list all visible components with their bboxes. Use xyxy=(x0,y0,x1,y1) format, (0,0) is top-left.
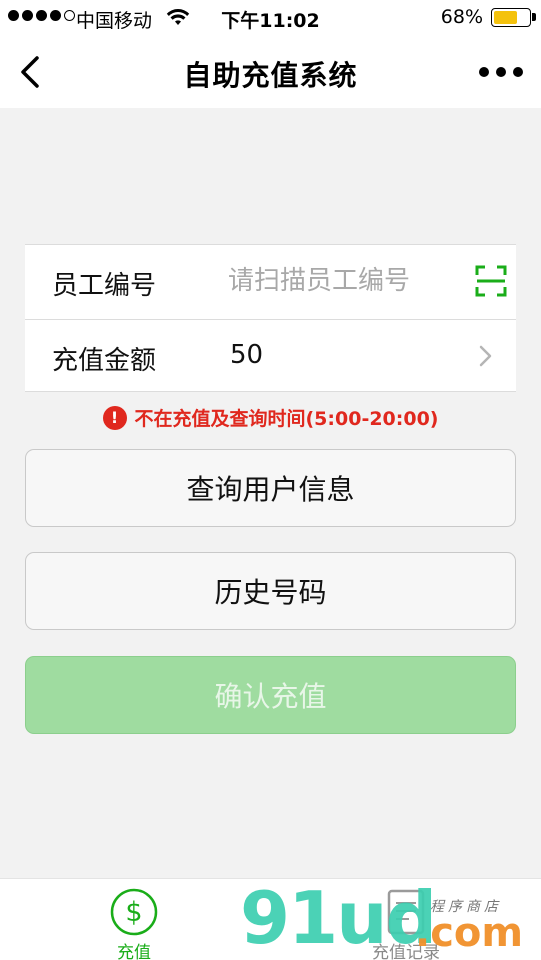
tab-bar: $ 充值 充值记录 xyxy=(0,878,541,960)
tab-recharge[interactable]: $ 充值 xyxy=(84,885,184,960)
recharge-form: 员工编号 充值金额 50 xyxy=(25,244,516,392)
tab-recharge-records-label: 充值记录 xyxy=(372,943,440,960)
battery-icon xyxy=(491,8,531,27)
status-bar: 中国移动 下午11:02 68% xyxy=(0,0,541,36)
employee-id-label: 员工编号 xyxy=(52,271,157,301)
confirm-recharge-button[interactable]: 确认充值 xyxy=(25,656,516,734)
battery-percent: 68% xyxy=(440,6,483,28)
query-user-info-button[interactable]: 查询用户信息 xyxy=(25,449,516,527)
chevron-right-icon xyxy=(479,345,492,367)
more-options-button[interactable] xyxy=(479,60,523,84)
document-icon xyxy=(387,889,425,935)
more-dots-icon xyxy=(513,67,523,77)
tab-recharge-label: 充值 xyxy=(117,943,151,960)
recharge-amount-row[interactable]: 充值金额 50 xyxy=(25,319,516,393)
dollar-circle-icon: $ xyxy=(110,888,158,936)
page-title: 自助充值系统 xyxy=(183,59,358,92)
more-dots-icon xyxy=(479,67,489,77)
employee-id-input[interactable] xyxy=(228,261,468,301)
warning-icon: ! xyxy=(102,405,127,430)
battery-cap xyxy=(532,13,536,21)
svg-text:$: $ xyxy=(125,897,142,928)
scan-icon[interactable] xyxy=(475,265,507,297)
history-numbers-button[interactable]: 历史号码 xyxy=(25,552,516,630)
navigation-bar: 自助充值系统 xyxy=(0,36,541,108)
warning-text: 不在充值及查询时间(5:00-20:00) xyxy=(134,408,439,430)
recharge-amount-value[interactable]: 50 xyxy=(230,340,263,370)
service-time-warning: ! 不在充值及查询时间(5:00-20:00) xyxy=(0,404,541,431)
battery-level xyxy=(494,11,518,24)
recharge-amount-label: 充值金额 xyxy=(52,346,157,376)
employee-id-row: 员工编号 xyxy=(25,245,516,319)
more-dots-icon xyxy=(496,67,506,77)
tab-recharge-records[interactable]: 充值记录 xyxy=(356,885,456,960)
